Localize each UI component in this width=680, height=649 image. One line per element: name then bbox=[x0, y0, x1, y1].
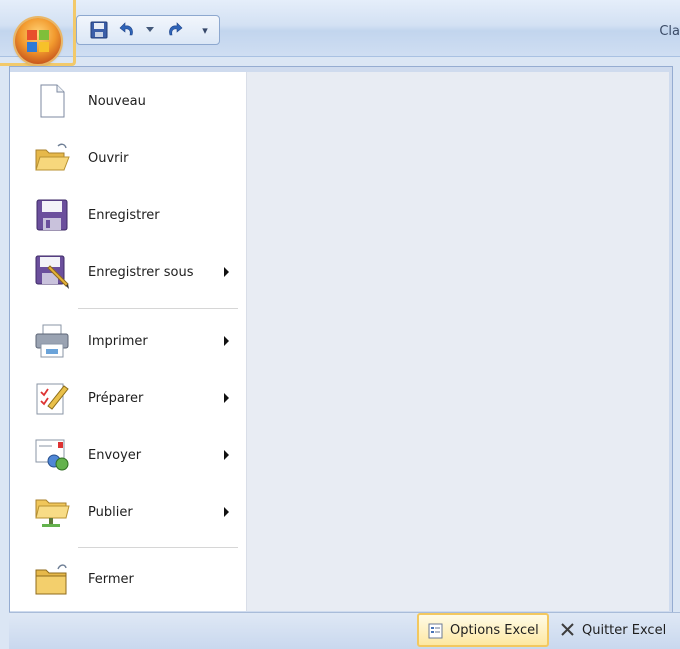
chevron-down-icon bbox=[146, 27, 154, 32]
save-icon bbox=[90, 21, 108, 39]
options-excel-label: Options Excel bbox=[450, 622, 539, 638]
customize-qat-icon: ▾ bbox=[202, 23, 208, 37]
menu-item-label: Fermer bbox=[88, 571, 134, 587]
submenu-arrow-icon bbox=[224, 393, 229, 403]
submenu-arrow-icon bbox=[224, 450, 229, 460]
open-folder-icon bbox=[35, 143, 70, 171]
customize-qat-button[interactable]: ▾ bbox=[198, 20, 212, 40]
menu-separator bbox=[78, 547, 238, 548]
send-icon bbox=[35, 439, 69, 471]
menu-item-label: Publier bbox=[88, 504, 133, 520]
redo-button[interactable] bbox=[160, 20, 186, 40]
menu-item-imprimer[interactable]: Imprimer bbox=[10, 318, 246, 364]
quit-excel-button[interactable]: Quitter Excel bbox=[553, 613, 680, 647]
close-icon bbox=[561, 623, 574, 636]
office-button[interactable] bbox=[15, 18, 61, 64]
submenu-arrow-icon bbox=[224, 267, 229, 277]
redo-icon bbox=[169, 22, 183, 36]
menu-item-enregistrer-sous[interactable]: Enregistrer sous bbox=[10, 249, 246, 295]
menu-item-label: Nouveau bbox=[88, 93, 146, 109]
menu-separator bbox=[78, 308, 238, 309]
menu-item-label: Préparer bbox=[88, 390, 144, 406]
menu-item-preparer[interactable]: Préparer bbox=[10, 375, 246, 421]
menu-item-fermer[interactable]: Fermer bbox=[10, 556, 246, 602]
options-excel-button[interactable]: Options Excel bbox=[417, 613, 549, 647]
menu-item-enregistrer[interactable]: Enregistrer bbox=[10, 192, 246, 238]
menu-item-nouveau[interactable]: Nouveau bbox=[10, 78, 246, 124]
undo-dropdown-button[interactable] bbox=[144, 20, 156, 40]
save-as-icon bbox=[35, 255, 69, 289]
office-logo-icon bbox=[27, 30, 49, 52]
menu-item-label: Imprimer bbox=[88, 333, 148, 349]
undo-button[interactable] bbox=[116, 20, 142, 40]
menu-item-publier[interactable]: Publier bbox=[10, 489, 246, 535]
new-document-icon bbox=[40, 84, 65, 118]
recent-documents-pane bbox=[246, 72, 669, 611]
submenu-arrow-icon bbox=[224, 336, 229, 346]
menu-item-ouvrir[interactable]: Ouvrir bbox=[10, 135, 246, 181]
options-icon bbox=[428, 623, 443, 639]
close-folder-icon bbox=[35, 564, 67, 595]
prepare-icon bbox=[36, 383, 69, 415]
menu-item-label: Enregistrer bbox=[88, 207, 160, 223]
quit-excel-label: Quitter Excel bbox=[582, 622, 667, 638]
publish-icon bbox=[35, 499, 70, 527]
window-title: Cla bbox=[659, 24, 680, 39]
menu-item-label: Enregistrer sous bbox=[88, 264, 194, 280]
menu-item-envoyer[interactable]: Envoyer bbox=[10, 432, 246, 478]
printer-icon bbox=[35, 324, 69, 358]
save-icon bbox=[36, 199, 68, 231]
submenu-arrow-icon bbox=[224, 507, 229, 517]
save-button[interactable] bbox=[88, 20, 110, 40]
menu-item-label: Envoyer bbox=[88, 447, 142, 463]
menu-item-label: Ouvrir bbox=[88, 150, 129, 166]
undo-icon bbox=[119, 22, 133, 36]
